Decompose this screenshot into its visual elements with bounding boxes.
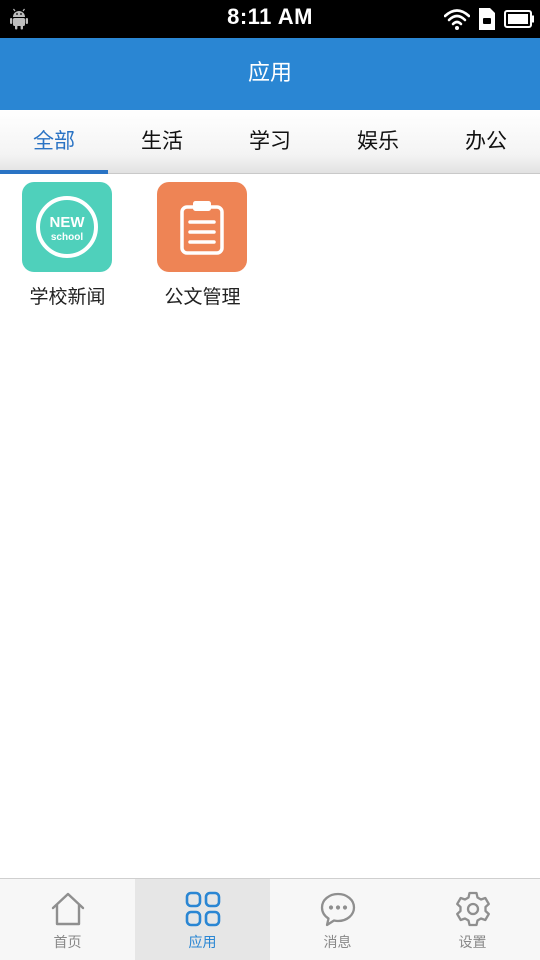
app-document-management[interactable]: 公文管理 (135, 182, 270, 312)
new-school-icon: NEW school (36, 196, 98, 258)
logo-text-school: school (51, 232, 83, 243)
nav-label: 应用 (188, 935, 217, 951)
active-tab-indicator (0, 170, 108, 174)
app-label: 公文管理 (164, 286, 241, 308)
sim-card-icon (479, 8, 495, 30)
app-school-news[interactable]: NEW school 学校新闻 (0, 182, 135, 312)
gear-icon (456, 891, 490, 927)
tab-entertainment[interactable]: 娱乐 (324, 110, 432, 173)
tab-label: 全部 (33, 129, 75, 153)
home-icon (51, 892, 85, 926)
tab-study[interactable]: 学习 (216, 110, 324, 173)
nav-label: 首页 (53, 935, 82, 951)
bottom-nav: 首页 应用 消息 设置 (0, 878, 540, 960)
tab-label: 学习 (249, 129, 291, 153)
nav-settings[interactable]: 设置 (405, 879, 540, 960)
battery-icon (504, 10, 534, 28)
category-tabs: 全部 生活 学习 娱乐 办公 (0, 110, 540, 174)
nav-home[interactable]: 首页 (0, 879, 135, 960)
clipboard-icon (180, 201, 224, 255)
app-tile (157, 182, 247, 272)
tab-office[interactable]: 办公 (432, 110, 540, 173)
nav-apps[interactable]: 应用 (135, 879, 270, 960)
nav-label: 消息 (323, 935, 352, 951)
app-tile: NEW school (22, 182, 112, 272)
tab-label: 办公 (465, 129, 507, 153)
app-label: 学校新闻 (29, 286, 106, 308)
nav-messages[interactable]: 消息 (270, 879, 405, 960)
logo-text-new: NEW (50, 214, 86, 231)
chat-bubble-icon (320, 892, 356, 927)
page-title: 应用 (247, 61, 292, 86)
wifi-icon (444, 9, 470, 30)
status-bar: 8:11 AM (0, 0, 540, 38)
nav-label: 设置 (458, 935, 487, 951)
app-screen: 8:11 AM 应用 全部 生活 学习 娱乐 办公 NEW school 学校新… (0, 0, 540, 960)
tab-label: 生活 (141, 129, 183, 153)
title-bar: 应用 (0, 38, 540, 110)
tab-all[interactable]: 全部 (0, 110, 108, 174)
tab-life[interactable]: 生活 (108, 110, 216, 173)
tab-label: 娱乐 (357, 129, 399, 153)
apps-grid-icon (185, 891, 221, 927)
